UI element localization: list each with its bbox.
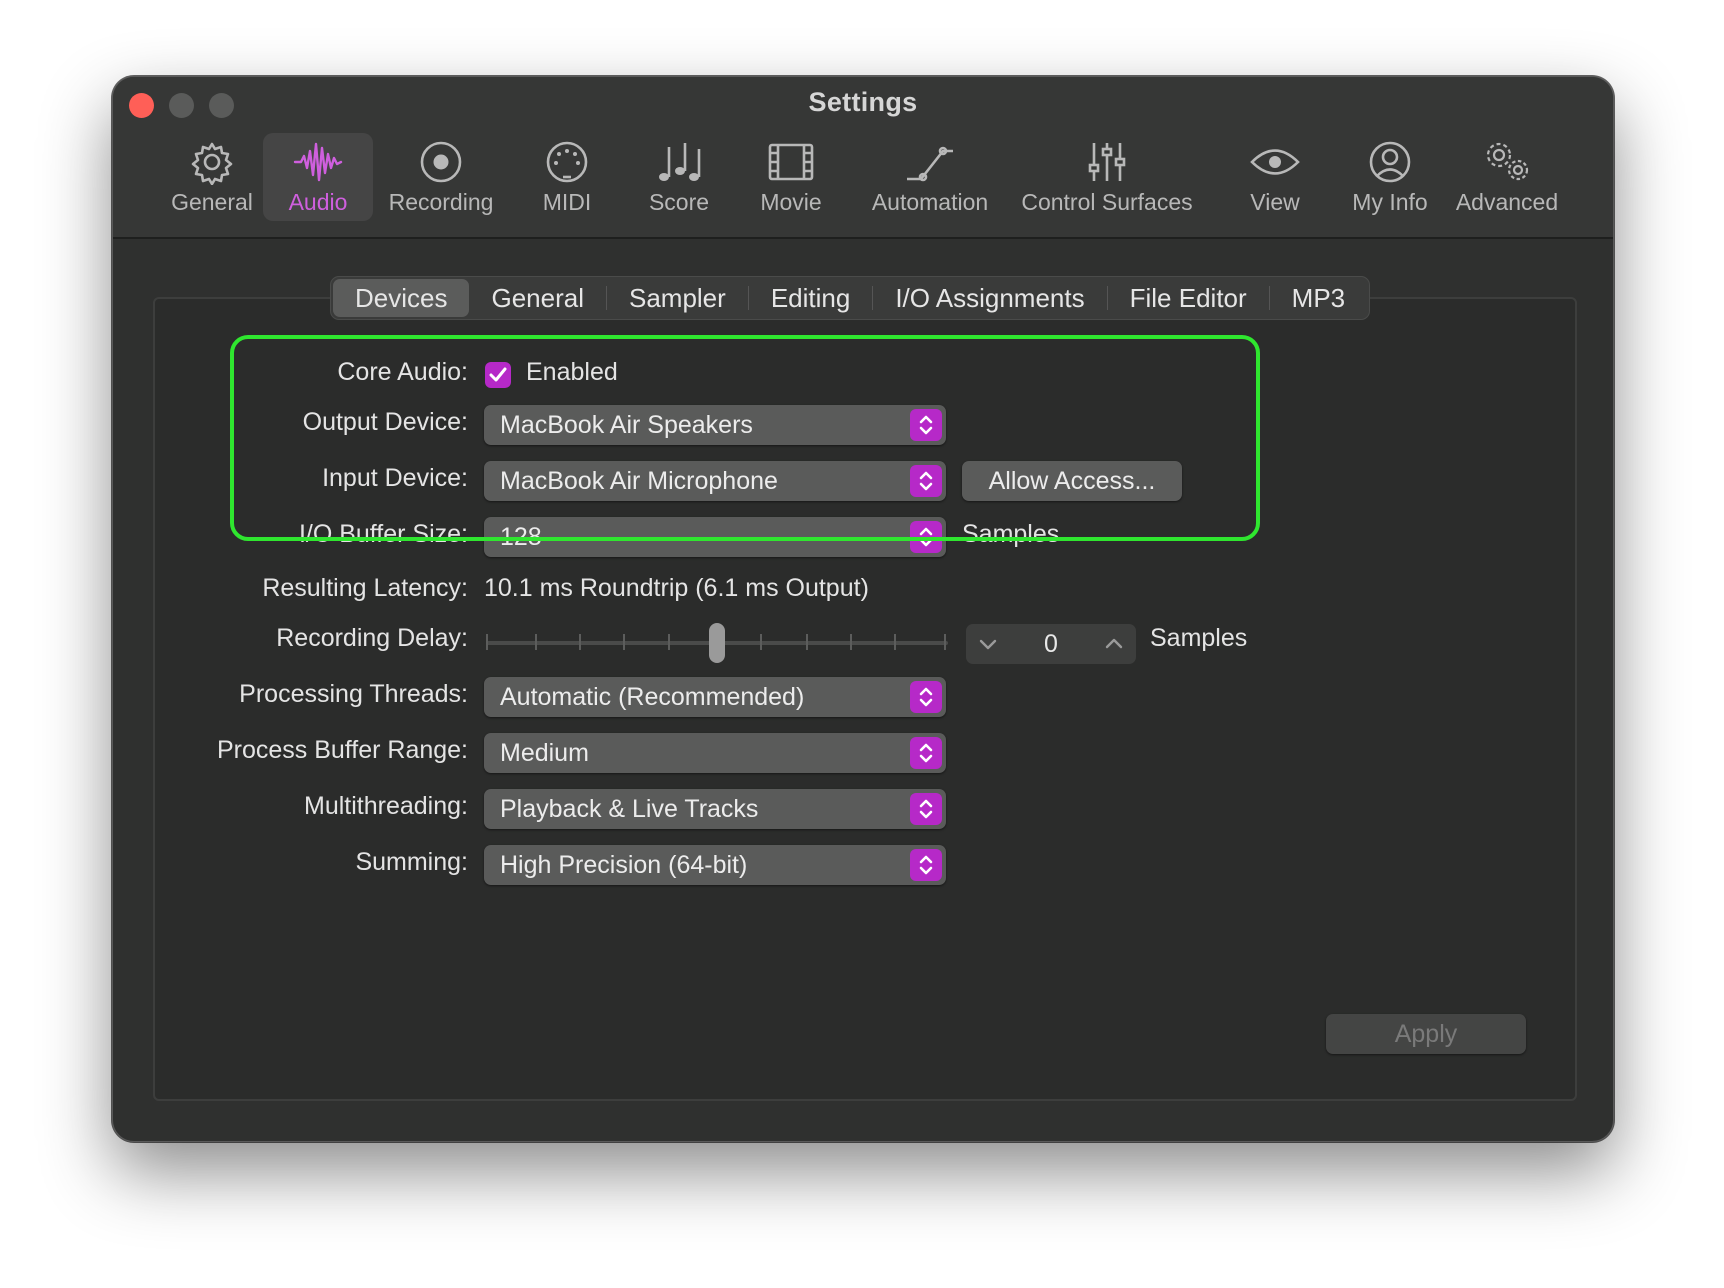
chevron-updown-icon xyxy=(910,521,942,553)
process-buffer-range-value: Medium xyxy=(500,739,589,767)
automation-curve-icon xyxy=(905,139,955,185)
io-buffer-size-label: I/O Buffer Size: xyxy=(298,520,468,548)
chevron-updown-icon xyxy=(910,681,942,713)
toolbar-my-info[interactable]: My Info xyxy=(1335,133,1445,221)
tab-sampler[interactable]: Sampler xyxy=(607,279,748,317)
process-buffer-range-label: Process Buffer Range: xyxy=(216,736,468,764)
toolbar-label: Audio xyxy=(288,189,348,215)
toolbar-view[interactable]: View xyxy=(1225,133,1325,221)
tab-mp3[interactable]: MP3 xyxy=(1270,279,1367,317)
multithreading-value: Playback & Live Tracks xyxy=(500,795,759,823)
multithreading-label: Multithreading: xyxy=(304,792,468,820)
person-icon xyxy=(1365,139,1415,185)
output-device-value: MacBook Air Speakers xyxy=(500,411,753,439)
apply-button[interactable]: Apply xyxy=(1326,1014,1526,1054)
core-audio-checkbox[interactable] xyxy=(485,362,511,388)
multithreading-popup[interactable]: Playback & Live Tracks xyxy=(484,789,946,829)
toolbar-recording[interactable]: Recording xyxy=(375,133,507,221)
summing-popup[interactable]: High Precision (64-bit) xyxy=(484,845,946,885)
slider-tick xyxy=(486,634,488,650)
chevron-up-icon[interactable] xyxy=(1102,632,1126,656)
toolbar-label: MIDI xyxy=(542,189,592,215)
toolbar-advanced[interactable]: Advanced xyxy=(1447,133,1567,221)
resulting-latency-label: Resulting Latency: xyxy=(262,574,468,602)
input-device-popup[interactable]: MacBook Air Microphone xyxy=(484,461,946,501)
toolbar-automation[interactable]: Automation xyxy=(865,133,995,221)
chevron-updown-icon xyxy=(910,737,942,769)
waveform-icon xyxy=(293,139,343,185)
toolbar-label: Movie xyxy=(760,189,822,215)
toolbar-audio[interactable]: Audio xyxy=(263,133,373,221)
midi-connector-icon xyxy=(542,139,592,185)
io-buffer-unit: Samples xyxy=(962,520,1060,548)
window-title: Settings xyxy=(808,87,918,117)
chevron-updown-icon xyxy=(910,465,942,497)
settings-window: Settings General Audio Recording MIDI Sc… xyxy=(112,76,1614,1142)
toolbar-label: My Info xyxy=(1352,189,1428,215)
tab-file-editor[interactable]: File Editor xyxy=(1108,279,1269,317)
recording-delay-stepper[interactable]: 0 xyxy=(966,624,1136,664)
toolbar-label: Automation xyxy=(871,189,989,215)
io-buffer-size-value: 128 xyxy=(500,523,542,551)
slider-tick xyxy=(579,634,581,650)
toolbar-midi[interactable]: MIDI xyxy=(517,133,617,221)
core-audio-enabled-label[interactable]: Enabled xyxy=(526,358,618,387)
recording-delay-slider-knob[interactable] xyxy=(709,623,725,663)
tab-devices[interactable]: Devices xyxy=(333,279,470,317)
toolbar-movie[interactable]: Movie xyxy=(741,133,841,221)
chevron-updown-icon xyxy=(910,409,942,441)
toolbar-score[interactable]: Score xyxy=(629,133,729,221)
slider-tick xyxy=(760,634,762,650)
io-buffer-size-popup[interactable]: 128 xyxy=(484,517,946,557)
input-device-value: MacBook Air Microphone xyxy=(500,467,778,495)
gear-icon xyxy=(187,139,237,185)
record-icon xyxy=(416,139,466,185)
slider-tick xyxy=(894,634,896,650)
tab-io-assignments[interactable]: I/O Assignments xyxy=(873,279,1106,317)
toolbar-label: View xyxy=(1250,189,1300,215)
chevron-updown-icon xyxy=(910,793,942,825)
allow-access-button[interactable]: Allow Access... xyxy=(962,461,1182,501)
slider-tick xyxy=(535,634,537,650)
film-icon xyxy=(766,139,816,185)
resulting-latency-value: 10.1 ms Roundtrip (6.1 ms Output) xyxy=(484,574,869,602)
processing-threads-value: Automatic (Recommended) xyxy=(500,683,805,711)
slider-tick xyxy=(944,634,946,650)
toolbar-label: Recording xyxy=(388,189,494,215)
slider-tick xyxy=(668,634,670,650)
slider-tick xyxy=(806,634,808,650)
processing-threads-label: Processing Threads: xyxy=(239,680,468,708)
devices-tab-bar: Devices General Sampler Editing I/O Assi… xyxy=(330,276,1371,320)
music-notes-icon xyxy=(654,139,704,185)
recording-delay-label: Recording Delay: xyxy=(276,624,468,652)
toolbar-control-surfaces[interactable]: Control Surfaces xyxy=(1009,133,1205,221)
summing-label: Summing: xyxy=(355,848,468,876)
input-device-label: Input Device: xyxy=(322,464,468,492)
tab-general[interactable]: General xyxy=(469,279,606,317)
eye-icon xyxy=(1250,139,1300,185)
output-device-label: Output Device: xyxy=(302,408,468,436)
toolbar-label: Score xyxy=(648,189,710,215)
faders-icon xyxy=(1082,139,1132,185)
slider-tick xyxy=(623,634,625,650)
gears-icon xyxy=(1482,139,1532,185)
chevron-updown-icon xyxy=(910,849,942,881)
recording-delay-unit: Samples xyxy=(1150,624,1248,652)
output-device-popup[interactable]: MacBook Air Speakers xyxy=(484,405,946,445)
summing-value: High Precision (64-bit) xyxy=(500,851,748,879)
toolbar-label: Advanced xyxy=(1455,189,1559,215)
process-buffer-range-popup[interactable]: Medium xyxy=(484,733,946,773)
titlebar: Settings General Audio Recording MIDI Sc… xyxy=(113,77,1613,239)
toolbar-label: General xyxy=(171,189,253,215)
toolbar-general[interactable]: General xyxy=(161,133,263,221)
processing-threads-popup[interactable]: Automatic (Recommended) xyxy=(484,677,946,717)
tab-editing[interactable]: Editing xyxy=(749,279,873,317)
toolbar-label: Control Surfaces xyxy=(1021,189,1193,215)
core-audio-label: Core Audio: xyxy=(337,358,468,386)
slider-tick xyxy=(850,634,852,650)
